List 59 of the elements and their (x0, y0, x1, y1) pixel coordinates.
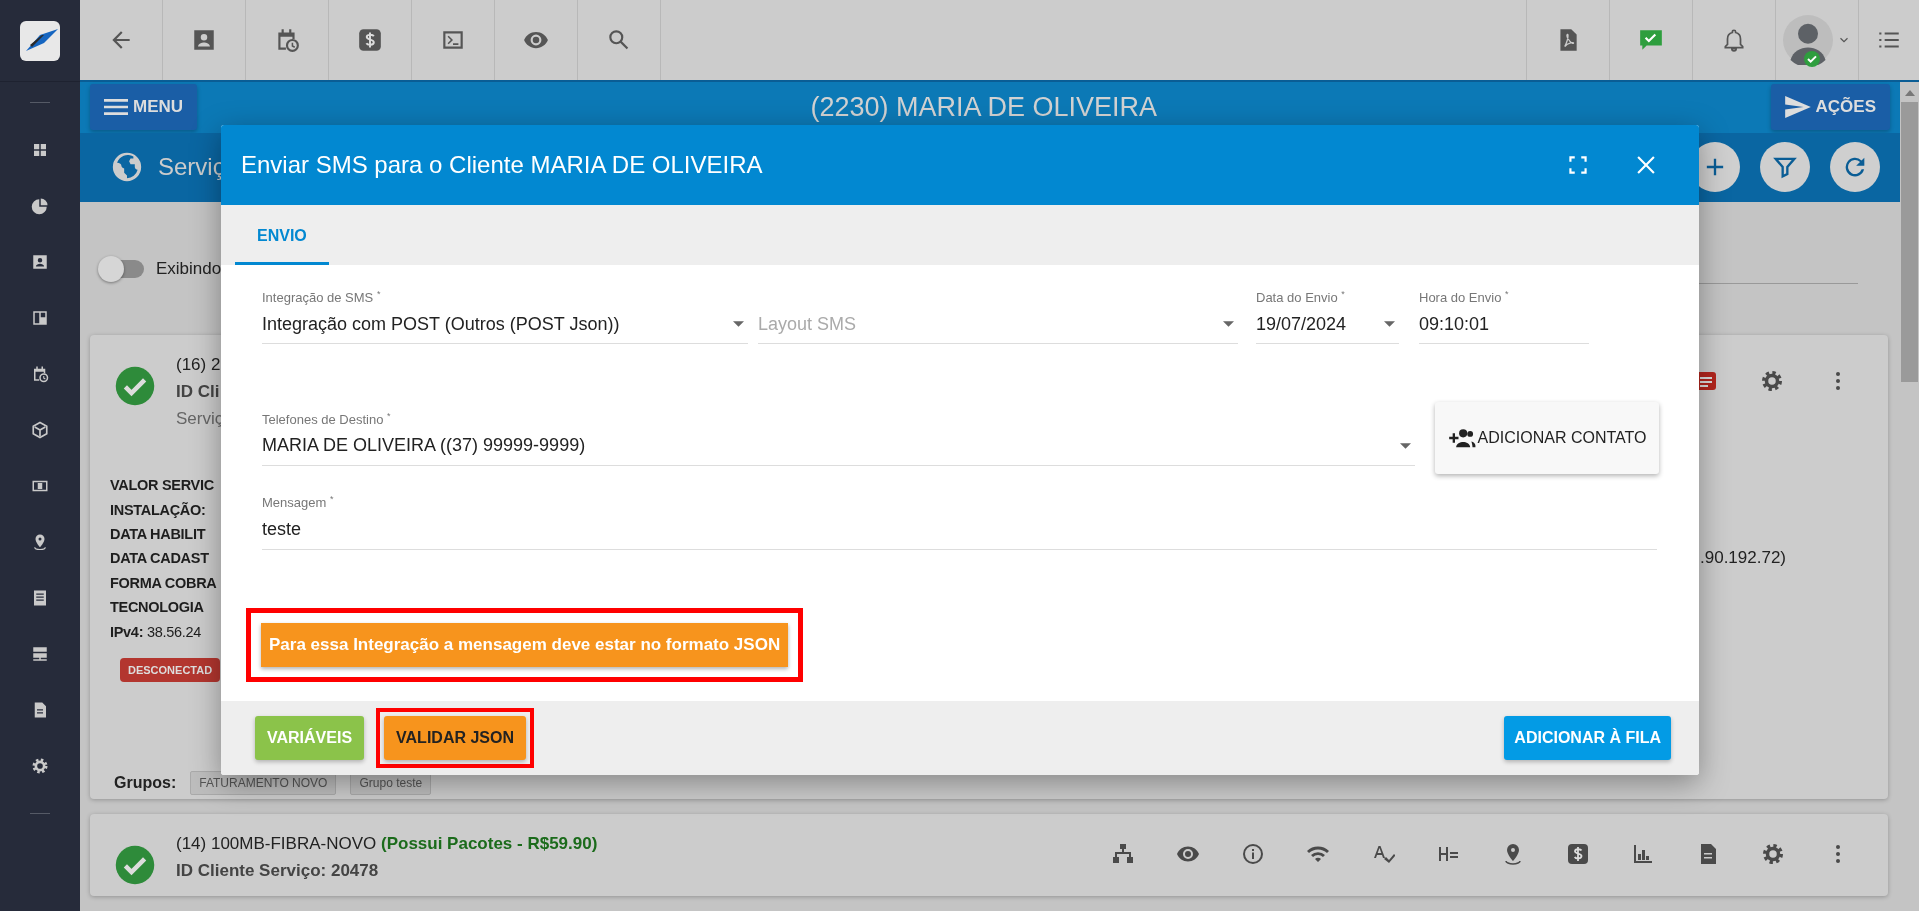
status-badge: DESCONECTAD (120, 657, 221, 682)
input-field[interactable]: Hora do Envio $^{*}$ 09:10:01 (1419, 289, 1589, 345)
detail-line: TECNOLOGIA (110, 599, 204, 616)
scroll-up-icon[interactable] (1904, 90, 1915, 96)
dialog-title: Enviar SMS para o Cliente MARIA DE OLIVEIRA (241, 151, 763, 179)
dollar-icon[interactable] (357, 27, 383, 53)
service-subtitle: Serviç (176, 409, 224, 429)
caret-icon (1223, 321, 1234, 328)
detail-line: DATA CADAST (110, 550, 209, 567)
add-contact-button[interactable]: ADICIONAR CONTATO (1435, 402, 1659, 475)
settings-icon[interactable] (1761, 842, 1785, 866)
select-field[interactable]: Telefones de Destino $^{*}$ MARIA DE OLIVEIRA ((37) 99999-9999) (262, 410, 1415, 466)
server-icon[interactable] (31, 645, 49, 663)
detail-line: IPv4: 38.56.24 (110, 623, 201, 640)
calendar-clock-icon[interactable] (31, 365, 49, 383)
actions-button[interactable]: AÇÕES (1770, 84, 1890, 131)
detail-line: FORMA COBRA (110, 574, 217, 591)
service-title: (14) 100MB-FIBRA-NOVO (Possui Pacotes - R$59.90) (176, 834, 598, 854)
send-icon (1784, 96, 1811, 119)
client-service-id: ID Cliente Serviço: 20478 (176, 861, 380, 881)
detail-line: .90.192.72) (1700, 548, 1787, 569)
caret-icon (1400, 443, 1411, 449)
bar-chart-icon[interactable] (1631, 842, 1655, 866)
box-icon[interactable] (31, 421, 49, 439)
settings-icon[interactable] (31, 757, 49, 775)
input-field[interactable]: Mensagem $^{*}$ teste (262, 494, 1657, 550)
user-avatar[interactable] (1783, 15, 1833, 65)
info-icon[interactable] (1241, 842, 1265, 866)
section-title: Serviç (158, 153, 225, 182)
refresh-button[interactable] (1830, 142, 1880, 193)
notice-banner: Para essa Integração a mensagem deve estar no formato JSON (261, 622, 789, 667)
bell-icon[interactable] (1721, 27, 1747, 53)
toggle-label: Exibindo (156, 258, 222, 279)
settings-icon[interactable] (1760, 369, 1784, 393)
client-title: (2230) MARIA DE OLIVEIRA (809, 91, 1159, 123)
grid-icon[interactable] (31, 141, 49, 159)
contact-card-icon[interactable] (191, 27, 217, 53)
location-pin-icon[interactable] (31, 533, 49, 551)
select-field[interactable]: Integração de SMS $^{*}$ Integração com POST (Outros (POST Json)) (262, 289, 748, 345)
receipt-icon[interactable] (31, 589, 49, 607)
caret-icon (733, 321, 744, 328)
detail-line: VALOR SERVIC (110, 477, 214, 494)
pie-chart-icon[interactable] (31, 197, 49, 215)
menu-icon (104, 99, 128, 116)
filter-button[interactable] (1760, 142, 1810, 193)
groups-label: Grupos: (114, 774, 177, 792)
detail-line: INSTALAÇÃO: (110, 501, 206, 518)
menu-button[interactable]: MENU (90, 84, 198, 131)
dollar-icon[interactable] (1566, 842, 1590, 866)
chat-check-icon[interactable] (1638, 27, 1664, 53)
select-field[interactable]: Data do Envio $^{*}$ 19/07/2024 (1256, 289, 1399, 345)
contact-card-icon[interactable] (31, 253, 49, 271)
service-title: (16) 2 (176, 355, 222, 375)
sitemap-icon[interactable] (1111, 842, 1135, 866)
caret-icon (1384, 321, 1395, 328)
client-service-id: ID Cli (176, 382, 221, 402)
detail-line: DATA HABILIT (110, 525, 206, 542)
validate-json-button[interactable]: VALIDAR JSON (384, 716, 526, 760)
dashboard-icon[interactable] (31, 309, 49, 327)
